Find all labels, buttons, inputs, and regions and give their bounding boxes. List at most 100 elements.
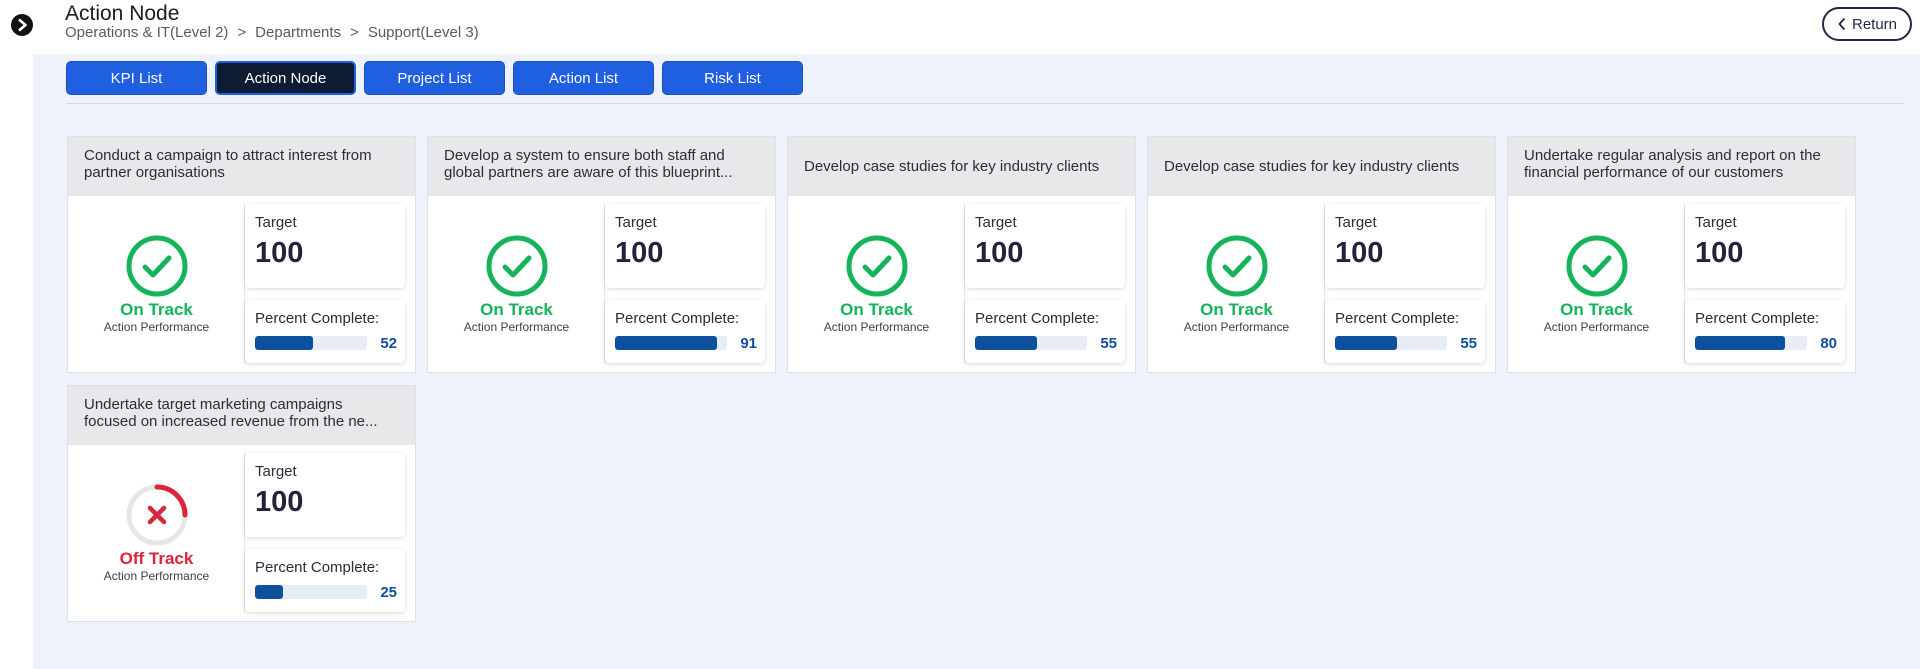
target-value: 100: [1695, 237, 1744, 269]
percent-value: 91: [740, 335, 757, 352]
target-value: 100: [615, 237, 664, 269]
status-caption: Action Performance: [463, 320, 570, 334]
breadcrumb-item[interactable]: Support(Level 3): [368, 24, 479, 41]
action-card-title: Develop a system to ensure both staff an…: [428, 137, 775, 196]
percent-value: 55: [1460, 335, 1477, 352]
status-caption: Action Performance: [1543, 320, 1650, 334]
target-box: Target 100: [965, 204, 1125, 288]
percent-box: Percent Complete: 55: [965, 300, 1125, 363]
progress-bar: [975, 336, 1087, 350]
action-card-title: Undertake target marketing campaigns foc…: [68, 386, 415, 445]
progress-fill: [615, 336, 717, 350]
action-card-body: On Track Action Performance Target 100 P…: [788, 196, 1135, 372]
action-card-body: On Track Action Performance Target 100 P…: [1148, 196, 1495, 372]
x-circle-icon: [126, 484, 188, 546]
target-value: 100: [975, 237, 1024, 269]
target-label: Target: [975, 214, 1017, 231]
tab-action-node[interactable]: Action Node: [215, 61, 356, 95]
progress-bar: [615, 336, 727, 350]
progress-bar: [1335, 336, 1447, 350]
action-card[interactable]: Undertake target marketing campaigns foc…: [67, 385, 416, 622]
percent-box: Percent Complete: 91: [605, 300, 765, 363]
left-rail: [0, 0, 33, 669]
percent-label: Percent Complete:: [615, 310, 740, 327]
status-panel: Off Track Action Performance: [68, 445, 245, 621]
target-label: Target: [255, 214, 297, 231]
progress-bar: [255, 585, 367, 599]
status-panel: On Track Action Performance: [788, 196, 965, 372]
page-title: Action Node: [65, 2, 180, 25]
target-label: Target: [255, 463, 297, 480]
status-panel: On Track Action Performance: [1508, 196, 1685, 372]
action-card-title: Develop case studies for key industry cl…: [788, 137, 1135, 196]
check-circle-icon: [1566, 235, 1628, 297]
action-card[interactable]: Conduct a campaign to attract interest f…: [67, 136, 416, 373]
action-card-title: Conduct a campaign to attract interest f…: [68, 137, 415, 196]
progress-fill: [975, 336, 1037, 350]
percent-box: Percent Complete: 55: [1325, 300, 1485, 363]
percent-value: 80: [1820, 335, 1837, 352]
action-card-body: On Track Action Performance Target 100 P…: [68, 196, 415, 372]
action-card[interactable]: Develop case studies for key industry cl…: [787, 136, 1136, 373]
progress-fill: [1335, 336, 1397, 350]
target-label: Target: [615, 214, 657, 231]
progress-fill: [255, 585, 283, 599]
status-label: Off Track: [119, 549, 194, 568]
status-label: On Track: [840, 300, 913, 319]
action-card[interactable]: Develop case studies for key industry cl…: [1147, 136, 1496, 373]
progress-bar: [255, 336, 367, 350]
check-circle-icon: [1206, 235, 1268, 297]
target-value: 100: [255, 237, 304, 269]
action-card-title: Develop case studies for key industry cl…: [1148, 137, 1495, 196]
check-circle-icon: [486, 235, 548, 297]
percent-label: Percent Complete:: [255, 559, 380, 576]
target-value: 100: [1335, 237, 1384, 269]
status-caption: Action Performance: [823, 320, 930, 334]
tab-kpi-list[interactable]: KPI List: [66, 61, 207, 95]
breadcrumb-separator-icon: >: [350, 24, 359, 41]
target-label: Target: [1335, 214, 1377, 231]
status-label: On Track: [1200, 300, 1273, 319]
target-box: Target 100: [1685, 204, 1845, 288]
percent-box: Percent Complete: 80: [1685, 300, 1845, 363]
target-label: Target: [1695, 214, 1737, 231]
status-panel: On Track Action Performance: [1148, 196, 1325, 372]
percent-label: Percent Complete:: [255, 310, 380, 327]
target-box: Target 100: [245, 204, 405, 288]
target-value: 100: [255, 486, 304, 518]
target-box: Target 100: [605, 204, 765, 288]
action-card[interactable]: Undertake regular analysis and report on…: [1507, 136, 1856, 373]
app-logo-icon[interactable]: [11, 14, 33, 36]
percent-box: Percent Complete: 52: [245, 300, 405, 363]
tab-project-list[interactable]: Project List: [364, 61, 505, 95]
tab-action-list[interactable]: Action List: [513, 61, 654, 95]
action-card-body: On Track Action Performance Target 100 P…: [428, 196, 775, 372]
progress-fill: [1695, 336, 1785, 350]
breadcrumb-item[interactable]: Departments: [255, 24, 341, 41]
progress-fill: [255, 336, 314, 350]
status-caption: Action Performance: [103, 569, 210, 583]
page-header: Action Node Operations & IT(Level 2) > Dep…: [33, 0, 1920, 55]
action-card-title: Undertake regular analysis and report on…: [1508, 137, 1855, 196]
breadcrumb-separator-icon: >: [237, 24, 247, 41]
return-button[interactable]: Return: [1822, 7, 1912, 41]
breadcrumb: Operations & IT(Level 2) > Departments > Sup…: [65, 24, 479, 41]
percent-box: Percent Complete: 25: [245, 549, 405, 612]
return-label: Return: [1851, 15, 1898, 33]
status-panel: On Track Action Performance: [428, 196, 605, 372]
action-card[interactable]: Develop a system to ensure both staff an…: [427, 136, 776, 373]
status-caption: Action Performance: [1183, 320, 1290, 334]
percent-label: Percent Complete:: [975, 310, 1100, 327]
progress-bar: [1695, 336, 1807, 350]
chevron-left-icon: [1838, 17, 1846, 31]
action-card-body: Off Track Action Performance Target 100 …: [68, 445, 415, 621]
main-content: KPI List Action Node Project List Action…: [33, 54, 1920, 669]
percent-label: Percent Complete:: [1335, 310, 1460, 327]
breadcrumb-item[interactable]: Operations & IT(Level 2): [65, 24, 228, 41]
percent-value: 52: [380, 335, 397, 352]
tab-bar: KPI List Action Node Project List Action…: [66, 61, 803, 95]
status-caption: Action Performance: [103, 320, 210, 334]
tab-risk-list[interactable]: Risk List: [662, 61, 803, 95]
tabs-divider: [66, 103, 1904, 104]
check-circle-icon: [846, 235, 908, 297]
